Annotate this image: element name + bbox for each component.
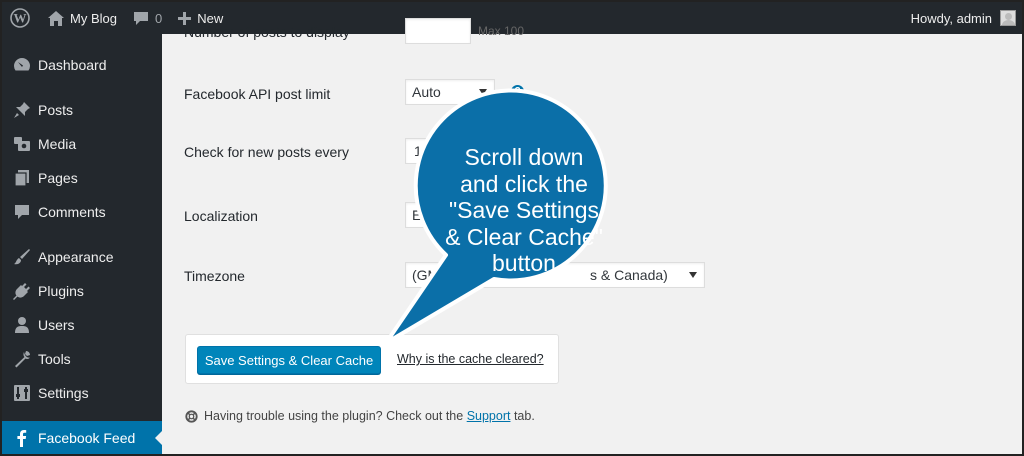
users-icon [2,316,38,334]
media-icon [2,135,38,153]
sidebar-item-facebook-feed[interactable]: Facebook Feed [2,421,163,454]
site-name-link[interactable]: My Blog [40,2,125,34]
sidebar-item-appearance[interactable]: Appearance [2,240,162,274]
posts-count-label: Number of posts to display [184,24,350,40]
dashboard-icon [2,56,38,74]
wordpress-icon: W [10,8,30,28]
callout-line: and click the [460,170,588,197]
account-menu[interactable]: Howdy, admin [911,10,1022,26]
sidebar-item-label: Tools [38,351,71,367]
trouble-notice: Having trouble using the plugin? Check o… [185,409,535,423]
comments-count: 0 [154,10,163,26]
api-limit-label: Facebook API post limit [184,86,331,102]
sidebar-item-label: Facebook Feed [38,430,136,446]
facebook-icon [2,429,38,447]
sidebar-item-pages[interactable]: Pages [2,161,162,195]
sidebar-item-tools[interactable]: Tools [2,342,162,376]
posts-count-hint: Max 100 [478,24,525,38]
callout-text: Scroll down and click the "Save Settings… [434,144,614,277]
lifebuoy-icon [185,409,198,423]
api-limit-select[interactable]: Auto [405,79,495,105]
svg-text:W: W [14,11,27,26]
sidebar-item-dashboard[interactable]: Dashboard [2,48,162,82]
callout-line: & Clear Cache" [445,223,603,250]
site-name: My Blog [70,10,117,26]
avatar [1000,10,1016,26]
callout-line: "Save Settings [448,197,600,223]
save-panel: Save Settings & Clear Cache Why is the c… [185,334,559,384]
callout-line: button [492,250,556,276]
localization-label: Localization [184,208,258,224]
sidebar-item-label: Posts [38,102,74,118]
check-interval-label: Check for new posts every [184,144,349,160]
api-limit-value: Auto [412,84,441,100]
sidebar-item-label: Dashboard [38,57,107,73]
sidebar-item-settings[interactable]: Settings [2,376,162,410]
settings-icon [2,384,38,402]
chevron-down-icon [479,89,487,95]
howdy-text: Howdy, admin [910,10,992,26]
pin-icon [2,101,38,119]
comment-icon [2,203,38,221]
comment-bubble-icon [133,11,148,25]
posts-count-input[interactable] [405,18,471,44]
sidebar-item-comments[interactable]: Comments [2,195,162,229]
support-tab-link[interactable]: Support [467,409,511,423]
sidebar-item-label: Plugins [38,283,84,299]
plus-icon [178,11,192,25]
save-settings-clear-cache-button[interactable]: Save Settings & Clear Cache [197,346,381,374]
sidebar-item-plugins[interactable]: Plugins [2,274,162,308]
wordpress-logo-button[interactable]: W [2,2,40,34]
sidebar-item-label: Comments [38,204,106,220]
localization-value: E [412,207,422,223]
browser-frame: W My Blog 0 New Howdy, admin Dashboard P… [0,0,1024,456]
check-interval-value: 1 [414,143,422,159]
sidebar-item-label: Users [38,317,75,333]
sidebar-item-label: Appearance [38,249,114,265]
sidebar-item-label: Media [38,136,77,152]
trouble-text: Having trouble using the plugin? Check o… [204,409,464,423]
timezone-label: Timezone [184,268,245,284]
admin-sidebar: Dashboard Posts Media Pages Comments App… [2,34,163,454]
sidebar-item-media[interactable]: Media [2,127,162,161]
trouble-suffix: tab. [513,409,535,423]
why-cache-cleared-link[interactable]: Why is the cache cleared? [397,352,544,366]
home-icon [48,10,64,26]
help-icon[interactable]: ? [511,85,524,98]
wrench-icon [2,350,38,368]
sidebar-item-users[interactable]: Users [2,308,162,342]
comments-link[interactable]: 0 [125,2,170,34]
sidebar-item-label: Pages [38,170,78,186]
callout-line: Scroll down [464,144,584,170]
sidebar-item-posts[interactable]: Posts [2,93,162,127]
chevron-down-icon [689,272,697,278]
brush-icon [2,248,38,266]
pages-icon [2,169,38,187]
plugin-icon [2,282,38,300]
sidebar-item-label: Settings [38,385,89,401]
